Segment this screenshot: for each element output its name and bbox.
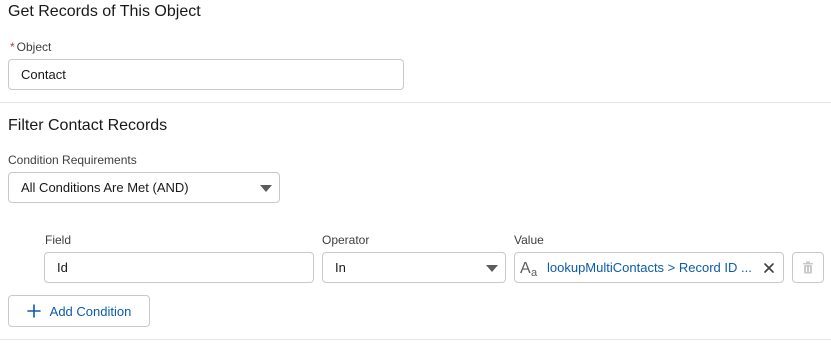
delete-condition-button[interactable] [792, 252, 824, 283]
object-input-value: Contact [21, 67, 66, 82]
object-input[interactable]: Contact [8, 59, 404, 90]
add-condition-button[interactable]: Add Condition [8, 295, 150, 327]
chevron-down-icon [260, 185, 272, 192]
condition-operator-select[interactable]: In [322, 252, 506, 283]
condition-value-pill[interactable]: A a lookupMultiContacts > Record ID ... [514, 252, 784, 283]
condition-requirements-label: Condition Requirements [8, 153, 137, 167]
trash-icon [802, 261, 814, 274]
svg-text:a: a [531, 267, 538, 278]
object-section-title: Get Records of This Object [8, 3, 201, 20]
filter-section-title: Filter Contact Records [8, 117, 168, 134]
svg-text:A: A [520, 260, 531, 277]
condition-field-input[interactable]: Id [44, 252, 314, 283]
plus-icon [26, 304, 41, 318]
operator-column-header: Operator [322, 233, 370, 247]
value-column-header: Value [514, 233, 544, 247]
condition-requirements-value: All Conditions Are Met (AND) [21, 180, 189, 195]
condition-field-value: Id [57, 260, 68, 275]
section-divider [0, 102, 831, 103]
chevron-down-icon [486, 265, 498, 272]
field-column-header: Field [45, 233, 72, 247]
object-label: Object [16, 40, 52, 54]
condition-operator-value: In [335, 260, 346, 275]
required-marker: * [10, 40, 15, 54]
add-condition-label: Add Condition [49, 303, 132, 319]
condition-value-text: lookupMultiContacts > Record ID ... [547, 260, 752, 275]
object-label-wrapper: * Object [10, 40, 51, 54]
text-resource-icon: A a [519, 258, 541, 278]
bottom-divider [0, 339, 831, 340]
close-icon[interactable] [761, 260, 777, 276]
condition-requirements-select[interactable]: All Conditions Are Met (AND) [8, 172, 280, 203]
